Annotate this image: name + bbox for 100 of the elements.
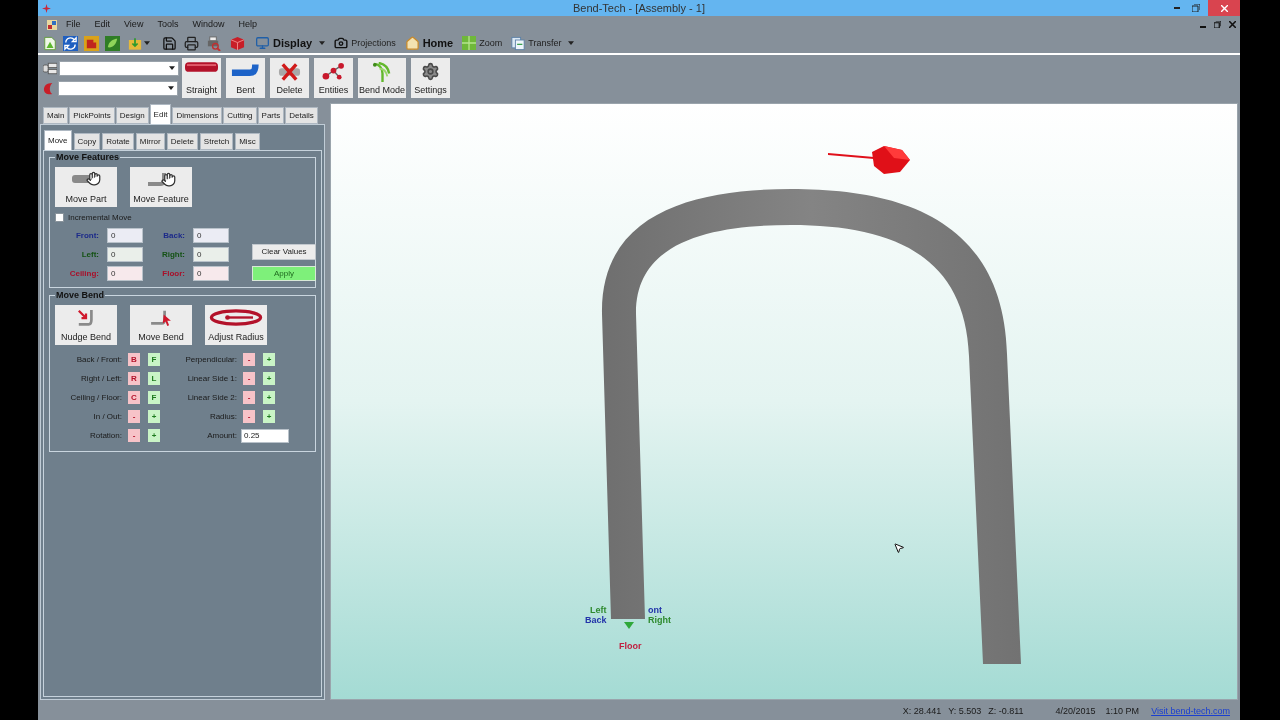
- menu-item[interactable]: View: [124, 20, 144, 29]
- close-icon[interactable]: [1229, 21, 1236, 28]
- menu-item[interactable]: Tools: [157, 20, 179, 29]
- tool-button[interactable]: Nudge Bend: [55, 305, 117, 345]
- dropdown-field[interactable]: [59, 60, 179, 76]
- ribbon-button[interactable]: Straight: [182, 58, 221, 98]
- positive-button[interactable]: F: [148, 391, 160, 404]
- toolbar-button[interactable]: Home: [422, 37, 454, 49]
- grid-icon[interactable]: [462, 36, 477, 50]
- value-field[interactable]: 0: [107, 228, 143, 243]
- negative-button[interactable]: -: [243, 410, 255, 423]
- home-icon[interactable]: [404, 35, 420, 51]
- sub-tab[interactable]: Mirror: [135, 133, 165, 150]
- sub-tab[interactable]: Delete: [166, 133, 198, 150]
- import-icon[interactable]: [128, 35, 142, 51]
- negative-button[interactable]: -: [243, 391, 255, 404]
- panel-tab[interactable]: Cutting: [223, 107, 257, 124]
- positive-button[interactable]: +: [263, 391, 275, 404]
- positive-button[interactable]: F: [148, 353, 160, 366]
- menu-item[interactable]: Edit: [94, 20, 111, 29]
- sync-icon[interactable]: [63, 35, 78, 51]
- panel-tab[interactable]: PickPoints: [69, 107, 115, 124]
- negative-button[interactable]: -: [243, 353, 255, 366]
- panel-tab[interactable]: Design: [115, 107, 149, 124]
- toolbar-button[interactable]: Zoom: [479, 38, 503, 48]
- value-field[interactable]: 0: [107, 266, 143, 281]
- camera-icon[interactable]: [334, 36, 349, 50]
- apply-button[interactable]: Apply: [252, 266, 316, 281]
- sub-tab[interactable]: Stretch: [199, 133, 234, 150]
- toolbar-button[interactable]: Projections: [351, 38, 396, 48]
- documents-icon[interactable]: [511, 35, 526, 51]
- positive-button[interactable]: +: [148, 429, 160, 442]
- sub-tab[interactable]: Copy: [73, 133, 101, 150]
- negative-button[interactable]: C: [128, 391, 140, 404]
- checkbox[interactable]: [55, 213, 64, 222]
- print-preview-icon[interactable]: [206, 35, 221, 51]
- sub-tab[interactable]: Misc: [235, 133, 260, 150]
- negative-button[interactable]: -: [128, 429, 140, 442]
- positive-button[interactable]: +: [263, 410, 275, 423]
- negative-button[interactable]: B: [128, 353, 140, 366]
- ribbon-button[interactable]: Settings: [411, 58, 450, 98]
- cube-icon[interactable]: [230, 35, 245, 51]
- row-label: Perpendicular:: [184, 353, 237, 366]
- menu-item[interactable]: Window: [192, 20, 225, 29]
- print-icon[interactable]: [184, 35, 199, 51]
- monitor-icon[interactable]: [255, 36, 270, 50]
- positive-button[interactable]: L: [148, 372, 160, 385]
- row-label: Linear Side 1:: [186, 372, 237, 385]
- checkbox-label: Incremental Move: [68, 213, 132, 222]
- panel-tab[interactable]: Edit: [149, 104, 172, 124]
- bent-tube-icon: [230, 62, 261, 78]
- ribbon-button[interactable]: Bent: [226, 58, 265, 98]
- clear-values-button[interactable]: Clear Values: [252, 244, 316, 260]
- value-field[interactable]: 0: [193, 228, 229, 243]
- tube-hand-icon: [71, 171, 101, 186]
- caret-icon: [169, 66, 175, 70]
- tool-button[interactable]: Move Part: [55, 167, 117, 207]
- nodes-icon: [322, 62, 345, 81]
- panel-tab[interactable]: Main: [43, 107, 69, 124]
- negative-button[interactable]: -: [243, 372, 255, 385]
- negative-button[interactable]: R: [128, 372, 140, 385]
- cursor-icon: [893, 541, 905, 555]
- tool-button[interactable]: Adjust Radius: [205, 305, 267, 345]
- value-field[interactable]: 0: [107, 247, 143, 262]
- leaf-icon[interactable]: [105, 35, 120, 51]
- dropdown-field[interactable]: [58, 80, 178, 96]
- panel-tab[interactable]: Details: [285, 107, 318, 124]
- positive-button[interactable]: +: [148, 410, 160, 423]
- toolbar-button[interactable]: Display: [273, 37, 313, 49]
- positive-button[interactable]: +: [263, 353, 275, 366]
- field-label: Ceiling:: [68, 269, 99, 278]
- value-field[interactable]: 0: [193, 247, 229, 262]
- field-label: Right:: [160, 250, 185, 259]
- tool-button[interactable]: Move Bend: [130, 305, 192, 345]
- amount-field[interactable]: 0.25: [241, 428, 289, 443]
- close-button[interactable]: [1208, 0, 1240, 16]
- app-logo-icon: [42, 3, 51, 13]
- panel-tab[interactable]: Parts: [257, 107, 285, 124]
- menu-item[interactable]: File: [66, 20, 81, 29]
- minimize-icon[interactable]: [1200, 25, 1206, 28]
- sub-tab[interactable]: Rotate: [102, 133, 134, 150]
- sub-tab[interactable]: Move: [44, 130, 72, 150]
- value-field[interactable]: 0: [193, 266, 229, 281]
- tool-button[interactable]: Move Feature: [130, 167, 192, 207]
- app-menu-icon[interactable]: [47, 19, 57, 30]
- ribbon-button[interactable]: Entities: [314, 58, 353, 98]
- restore-icon[interactable]: [1214, 21, 1221, 28]
- save-icon[interactable]: [162, 35, 177, 51]
- negative-button[interactable]: -: [128, 410, 140, 423]
- row-label: Linear Side 2:: [186, 391, 237, 404]
- ribbon-button[interactable]: Bend Mode: [358, 58, 406, 98]
- tile-icon[interactable]: [84, 35, 99, 51]
- axis-label: Back: [585, 616, 607, 625]
- document-icon[interactable]: [43, 35, 57, 51]
- toolbar-button[interactable]: Transfer: [528, 38, 562, 48]
- positive-button[interactable]: +: [263, 372, 275, 385]
- row-label: Back / Front:: [75, 353, 122, 366]
- panel-tab[interactable]: Dimensions: [172, 107, 223, 124]
- menu-item[interactable]: Help: [238, 20, 257, 29]
- ribbon-button[interactable]: Delete: [270, 58, 309, 98]
